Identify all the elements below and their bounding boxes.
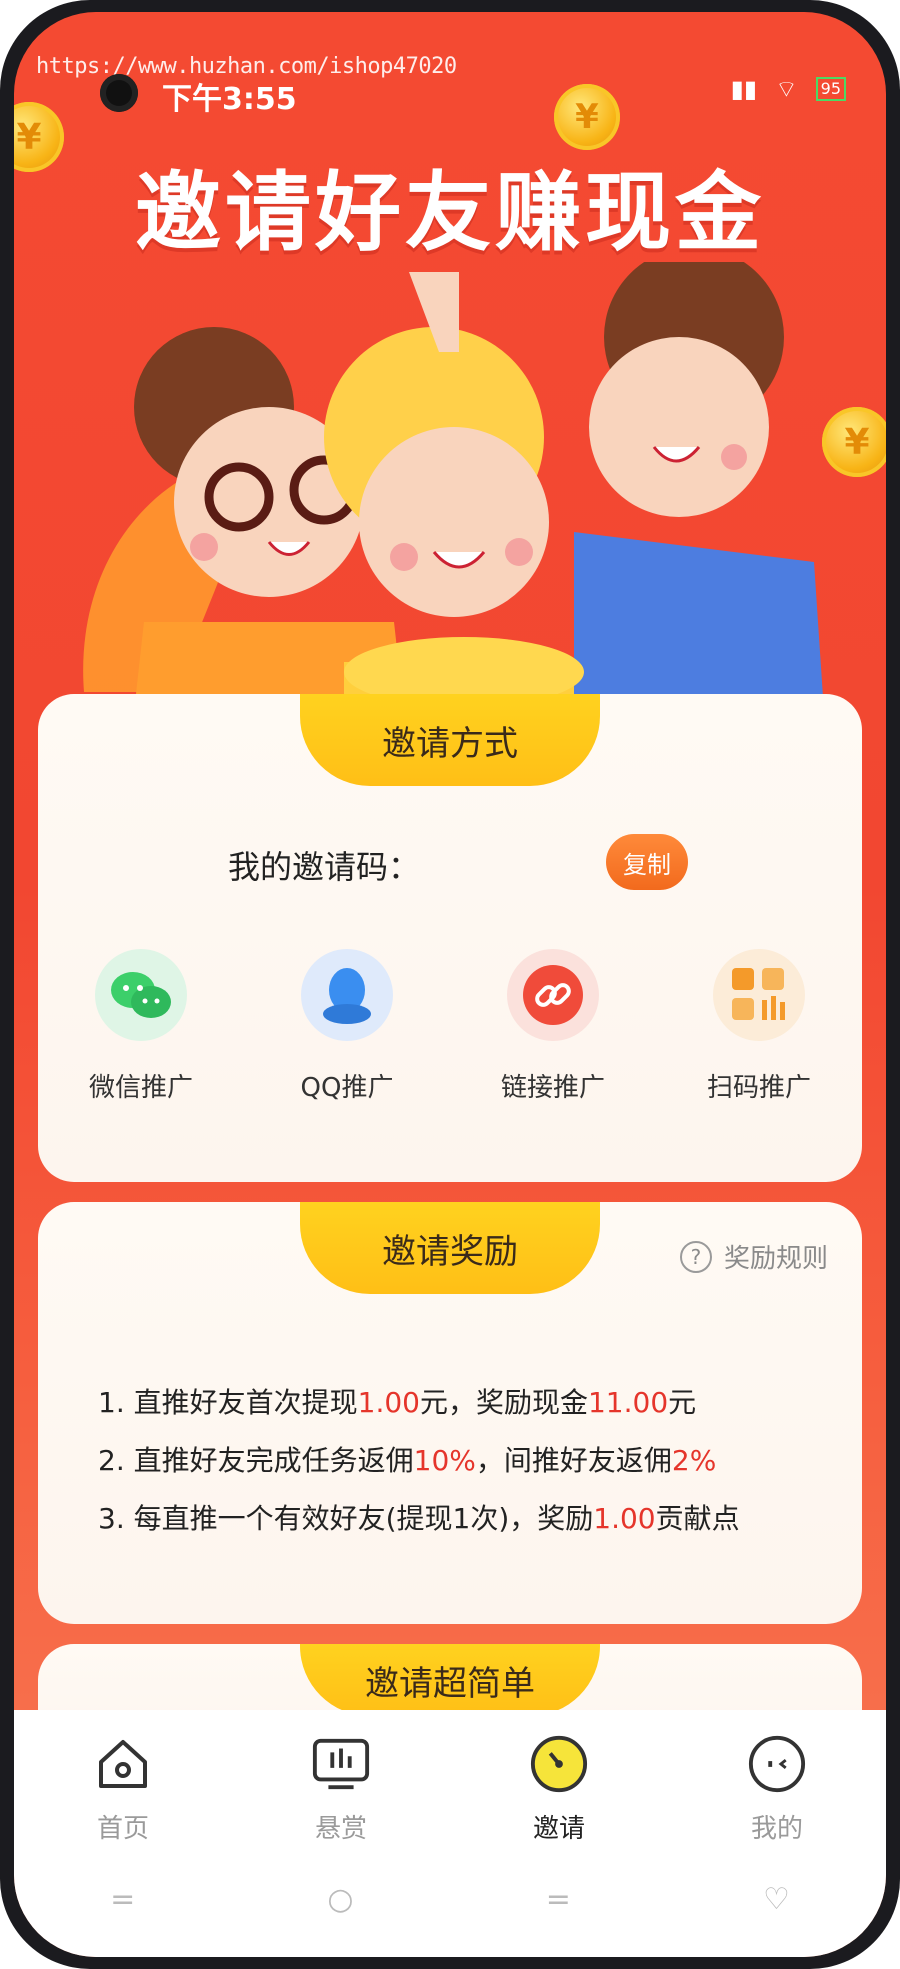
wechat-icon	[95, 949, 187, 1041]
system-nav-bar: = ○ = ♡	[14, 1882, 886, 1917]
share-qq-label: QQ推广	[300, 1073, 394, 1103]
phone-frame: https://www.huzhan.com/ishop47020 下午3:55…	[0, 0, 900, 1969]
question-icon: ?	[679, 1240, 712, 1273]
nav-bounty-label: 悬赏	[314, 1814, 367, 1844]
invite-simple-tab: 邀请超简单	[300, 1644, 600, 1716]
share-wechat[interactable]: 微信推广	[41, 949, 241, 1104]
reward-rules-label: 奖励规则	[723, 1244, 828, 1274]
reward-rule-1: 1. 直推好友首次提现1.00元，奖励现金11.00元	[98, 1386, 697, 1419]
app-screen: https://www.huzhan.com/ishop47020 下午3:55…	[14, 12, 886, 1957]
home-key-icon[interactable]: ○	[327, 1882, 353, 1917]
home-icon	[93, 1734, 153, 1794]
share-qq[interactable]: QQ推广	[247, 949, 447, 1104]
nav-home[interactable]: 首页	[43, 1734, 203, 1845]
link-icon	[507, 949, 599, 1041]
bottom-nav: 首页 悬赏 邀请 我的 = ○ = ♡	[14, 1710, 886, 1957]
battery-icon: 95	[815, 77, 846, 101]
nav-home-label: 首页	[96, 1814, 149, 1844]
reward-rules-link[interactable]: ? 奖励规则	[679, 1238, 828, 1275]
reward-rule-2: 2. 直推好友完成任务返佣10%，间推好友返佣2%	[98, 1444, 717, 1477]
qq-icon	[301, 949, 393, 1041]
copy-button[interactable]: 复制	[606, 834, 688, 890]
share-qr[interactable]: 扫码推广	[659, 949, 859, 1104]
share-link[interactable]: 链接推广	[453, 949, 653, 1104]
share-qr-label: 扫码推广	[706, 1073, 811, 1103]
wifi-icon: ⌔	[775, 75, 798, 103]
status-time: 下午3:55	[162, 82, 297, 117]
invite-methods-card: 邀请方式 我的邀请码： 复制 微信推广 QQ推广 链接推广 扫码推广	[38, 694, 862, 1182]
hero-title: 邀请好友赚现金	[135, 163, 765, 263]
share-wechat-label: 微信推广	[88, 1073, 193, 1103]
status-icons: ▮▮ ⌔ 95	[731, 74, 846, 104]
bounty-icon	[311, 1734, 371, 1794]
back-key-icon[interactable]: =	[546, 1882, 571, 1917]
share-link-label: 链接推广	[500, 1073, 605, 1103]
invite-icon	[529, 1734, 589, 1794]
invite-rewards-card: 邀请奖励 ? 奖励规则 1. 直推好友首次提现1.00元，奖励现金11.00元 …	[38, 1202, 862, 1624]
assistant-key-icon[interactable]: ♡	[763, 1882, 790, 1917]
nav-invite-label: 邀请	[532, 1814, 585, 1844]
invite-rewards-tab: 邀请奖励	[300, 1202, 600, 1294]
nav-profile[interactable]: 我的	[697, 1734, 857, 1845]
status-bar: https://www.huzhan.com/ishop47020 下午3:55…	[14, 12, 886, 117]
menu-key-icon[interactable]: =	[110, 1882, 135, 1917]
qr-scan-icon	[713, 949, 805, 1041]
reward-rule-3: 3. 每直推一个有效好友(提现1次)，奖励1.00贡献点	[98, 1502, 740, 1535]
share-options: 微信推广 QQ推广 链接推广 扫码推广	[38, 949, 862, 1104]
signal-icon: ▮▮	[730, 75, 758, 103]
invite-code-row: 我的邀请码： 复制	[38, 834, 862, 894]
profile-icon	[747, 1734, 807, 1794]
invite-code-label: 我的邀请码：	[228, 848, 421, 886]
nav-profile-label: 我的	[750, 1814, 803, 1844]
nav-bounty[interactable]: 悬赏	[261, 1734, 421, 1845]
invite-methods-tab: 邀请方式	[300, 694, 600, 786]
nav-invite[interactable]: 邀请	[479, 1734, 639, 1845]
coin-icon: ¥	[554, 84, 620, 150]
camera-cutout	[100, 74, 138, 112]
family-illustration	[83, 262, 824, 712]
reward-rules-list: 1. 直推好友首次提现1.00元，奖励现金11.00元 2. 直推好友完成任务返…	[98, 1374, 740, 1548]
